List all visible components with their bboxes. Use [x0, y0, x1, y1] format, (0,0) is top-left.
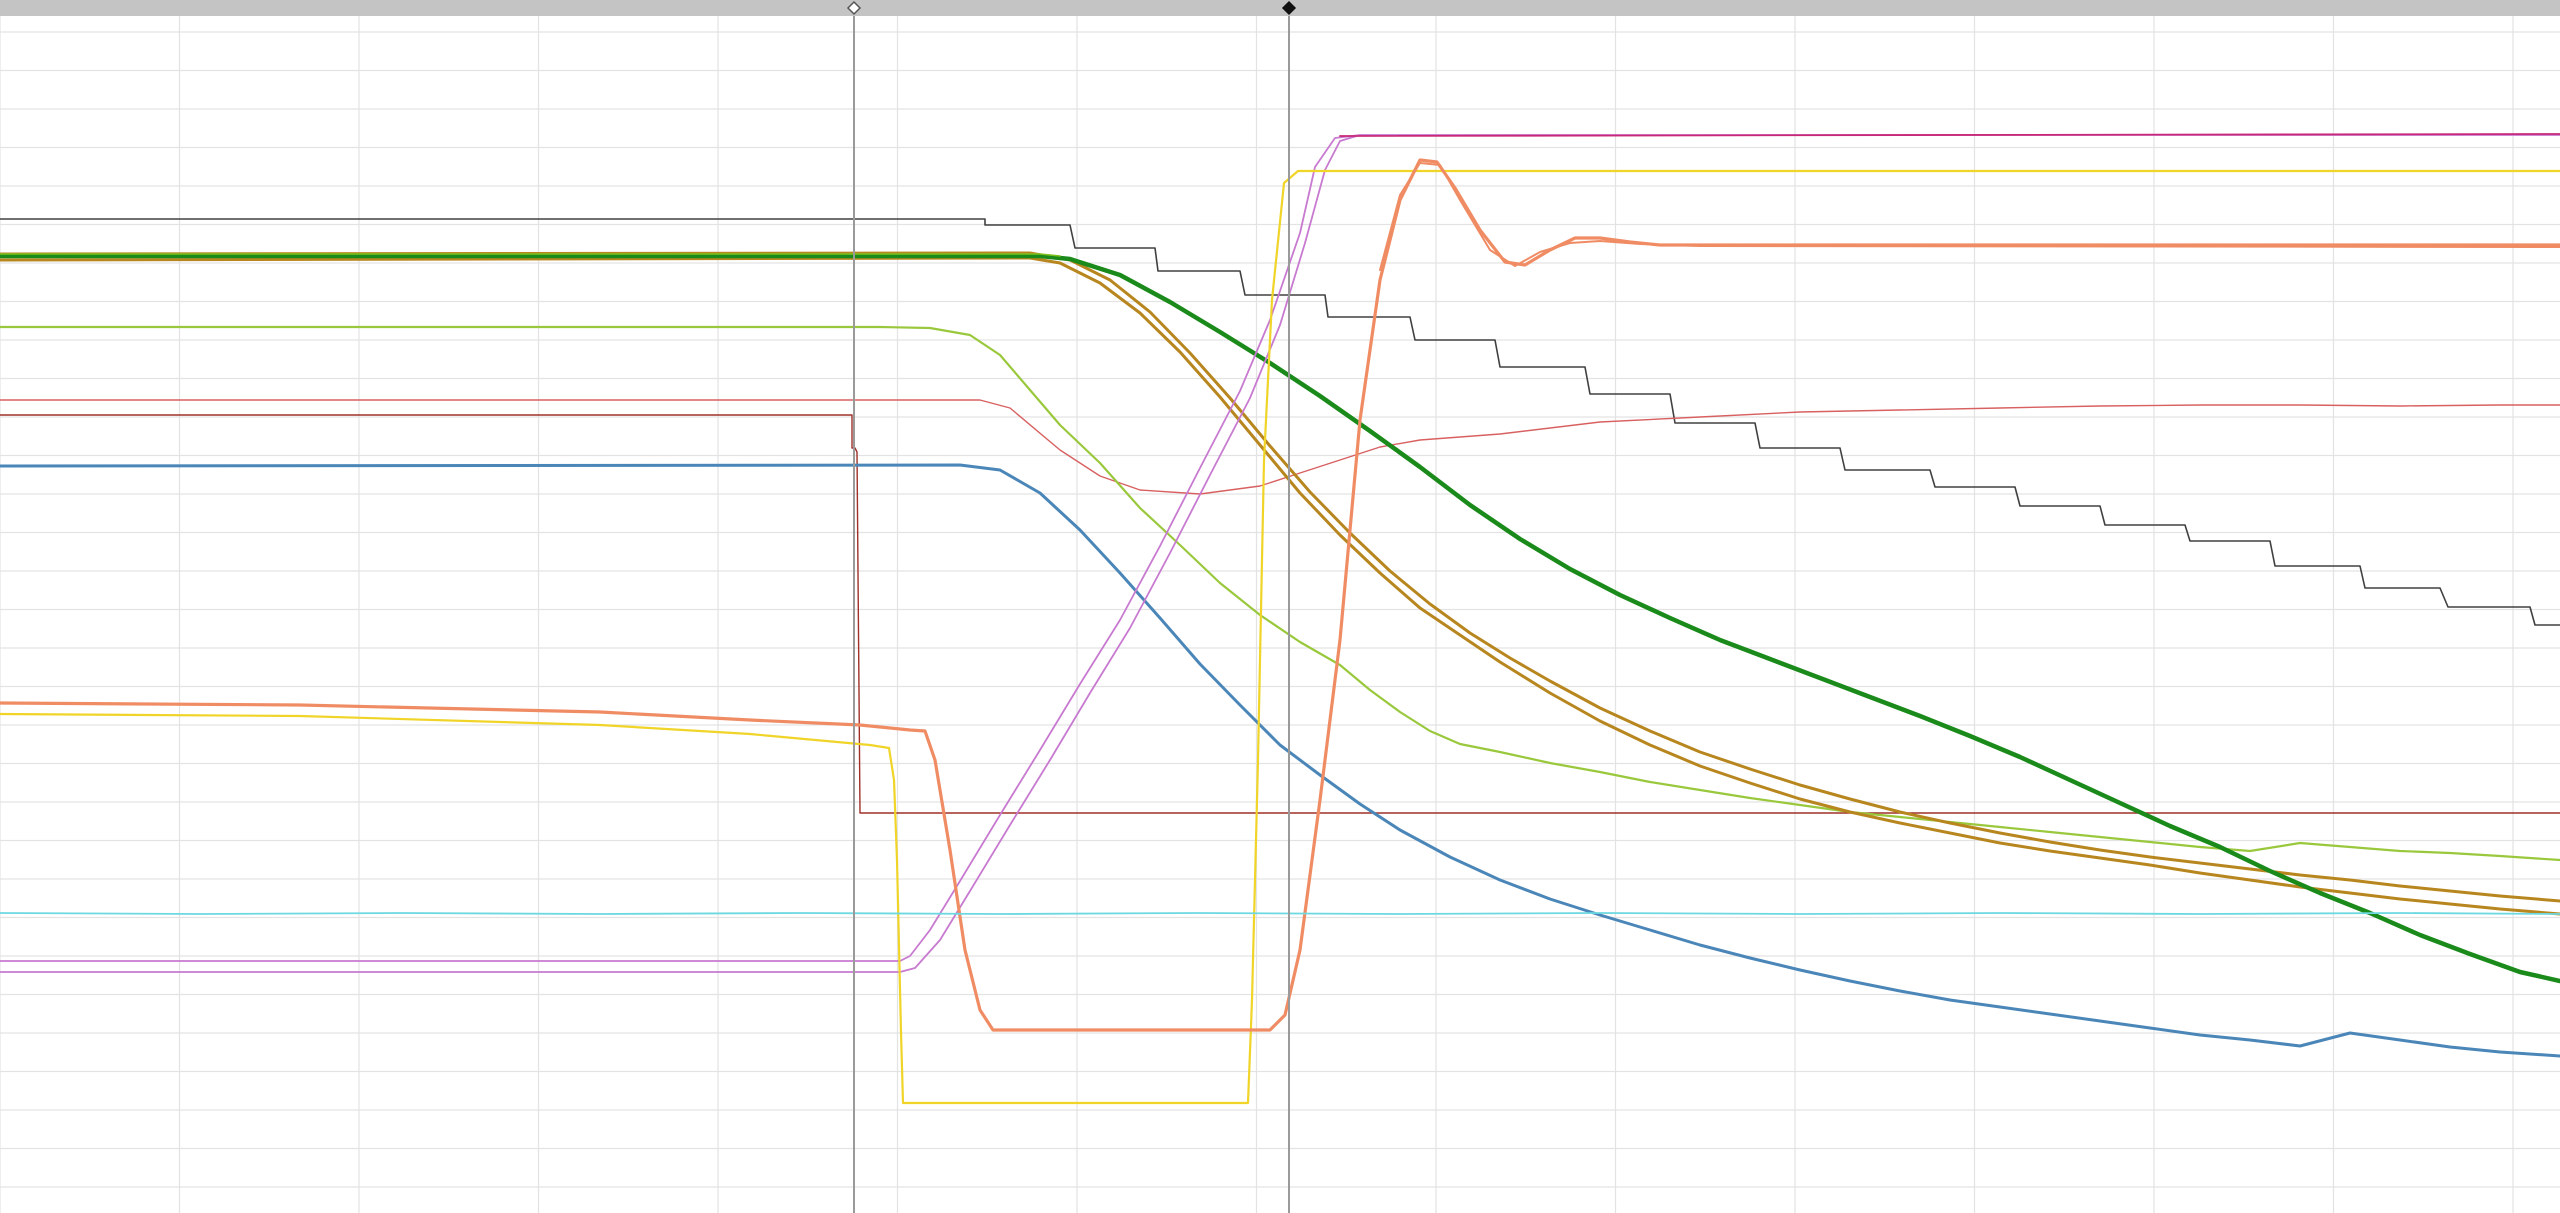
signal-trace-3[interactable]: [0, 399, 2560, 495]
cursor-bar[interactable]: [0, 0, 2560, 16]
cursor-markers: [846, 0, 1297, 16]
series-layer: [0, 133, 2560, 1105]
signal-trace-16[interactable]: [0, 912, 2560, 915]
signal-trace-5[interactable]: [0, 325, 2560, 862]
cursor-1-handle[interactable]: [846, 0, 862, 16]
signal-trace-7[interactable]: [0, 251, 2560, 903]
trace-viewer: [0, 0, 2560, 1213]
plot-area[interactable]: [0, 16, 2560, 1213]
signal-trace-15[interactable]: [1379, 162, 2560, 271]
signal-trace-4[interactable]: [0, 463, 2560, 1058]
signal-trace-1[interactable]: [0, 218, 2560, 626]
cursor-2-handle[interactable]: [1281, 0, 1297, 16]
signal-trace-13[interactable]: [0, 169, 2560, 1105]
signal-trace-2[interactable]: [0, 414, 2560, 814]
grid: [0, 16, 2560, 1213]
signal-trace-6[interactable]: [0, 256, 2560, 916]
signal-trace-8[interactable]: [0, 253, 2560, 984]
